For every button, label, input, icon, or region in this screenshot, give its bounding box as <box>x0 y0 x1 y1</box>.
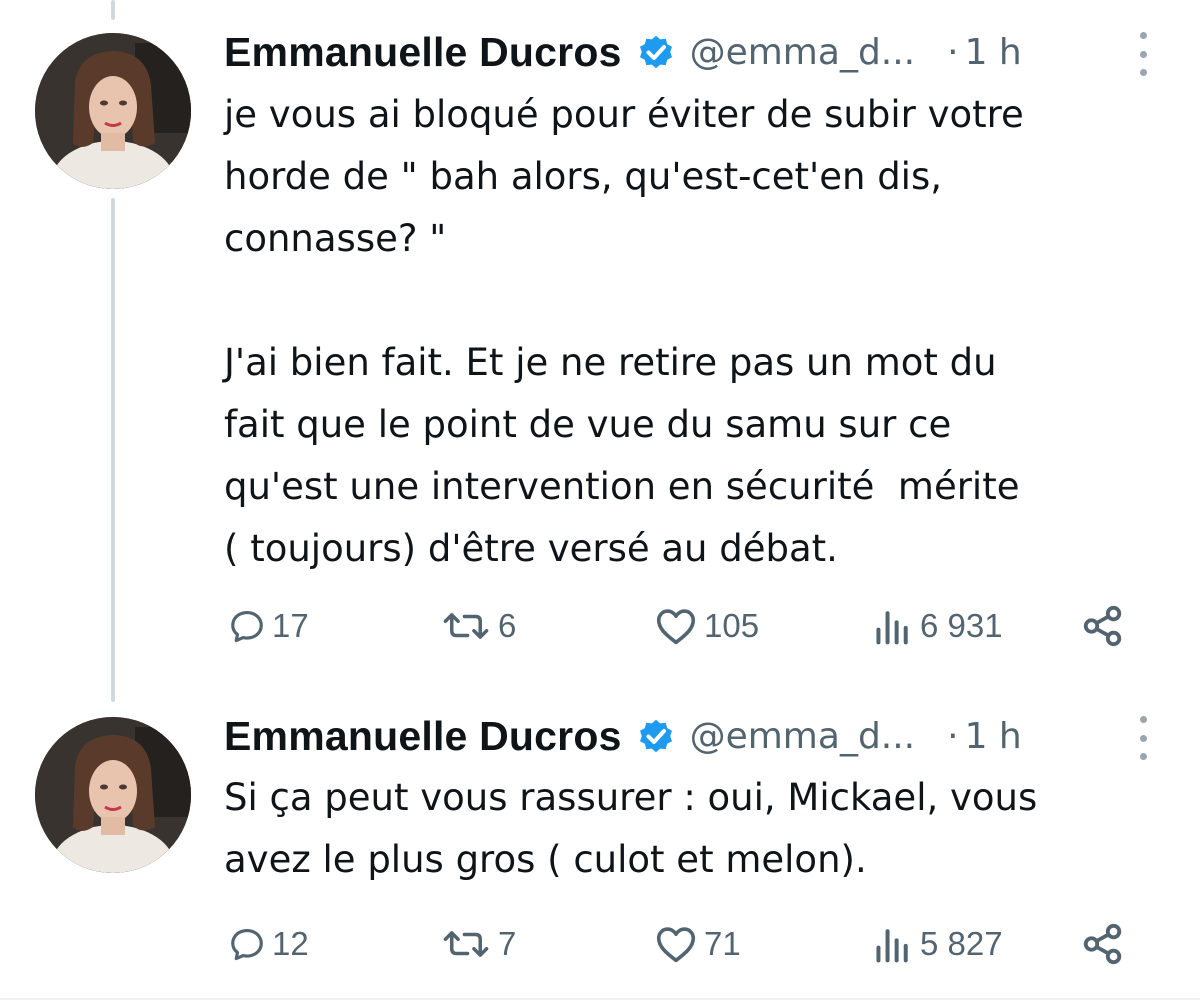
author-handle[interactable]: @emma_d... <box>690 716 916 757</box>
like-button[interactable]: 71 <box>654 919 741 969</box>
views-button[interactable]: 5 827 <box>872 919 1003 969</box>
reply-count: 17 <box>272 607 309 644</box>
more-options-icon[interactable] <box>1136 32 1150 76</box>
tweet-header: Emmanuelle Ducros @emma_d... · 1 h <box>224 28 1022 76</box>
tweet[interactable]: Emmanuelle Ducros @emma_d... · 1 h Si ça… <box>0 690 1200 998</box>
like-count: 71 <box>704 925 741 962</box>
avatar[interactable] <box>35 33 191 189</box>
action-bar: 17 6 105 6 931 <box>224 601 1154 651</box>
repost-count: 7 <box>498 925 517 962</box>
share-icon <box>1083 923 1122 965</box>
share-button[interactable] <box>1080 919 1126 969</box>
avatar-photo <box>35 717 191 873</box>
author-name[interactable]: Emmanuelle Ducros <box>224 713 622 760</box>
share-icon <box>1083 605 1122 647</box>
separator-dot: · <box>947 715 959 757</box>
timestamp[interactable]: 1 h <box>965 32 1022 73</box>
views-chart-icon <box>876 929 908 963</box>
repost-button[interactable]: 7 <box>440 919 516 969</box>
reply-count: 12 <box>272 925 309 962</box>
repost-icon <box>443 613 489 639</box>
reply-button[interactable]: 17 <box>228 601 309 651</box>
more-options-icon[interactable] <box>1136 716 1150 760</box>
avatar[interactable] <box>35 717 191 873</box>
reply-button[interactable]: 12 <box>228 919 309 969</box>
tweet-text: Si ça peut vous rassurer : oui, Mickael,… <box>224 776 1038 881</box>
repost-button[interactable]: 6 <box>440 601 516 651</box>
verified-badge-icon[interactable] <box>636 32 676 72</box>
share-button[interactable] <box>1080 601 1126 651</box>
heart-icon <box>656 609 696 645</box>
heart-icon <box>656 927 696 963</box>
author-handle[interactable]: @emma_d... <box>690 32 916 73</box>
reply-icon <box>231 610 263 643</box>
avatar-photo <box>35 33 191 189</box>
separator-dot: · <box>947 31 959 73</box>
repost-count: 6 <box>498 607 517 644</box>
views-count: 5 827 <box>920 925 1003 962</box>
action-bar: 12 7 71 5 827 <box>224 919 1154 969</box>
views-button[interactable]: 6 931 <box>872 601 1003 651</box>
tweet-header: Emmanuelle Ducros @emma_d... · 1 h <box>224 712 1022 760</box>
like-button[interactable]: 105 <box>654 601 759 651</box>
repost-icon <box>443 931 489 957</box>
like-count: 105 <box>704 607 760 644</box>
author-name[interactable]: Emmanuelle Ducros <box>224 29 622 76</box>
tweet[interactable]: Emmanuelle Ducros @emma_d... · 1 h je vo… <box>0 0 1200 690</box>
views-chart-icon <box>876 611 908 645</box>
views-count: 6 931 <box>920 607 1003 644</box>
divider <box>0 998 1200 1000</box>
timestamp[interactable]: 1 h <box>965 716 1022 757</box>
verified-badge-icon[interactable] <box>636 716 676 756</box>
reply-icon <box>231 928 263 961</box>
tweet-text: je vous ai bloqué pour éviter de subir v… <box>224 93 1024 570</box>
